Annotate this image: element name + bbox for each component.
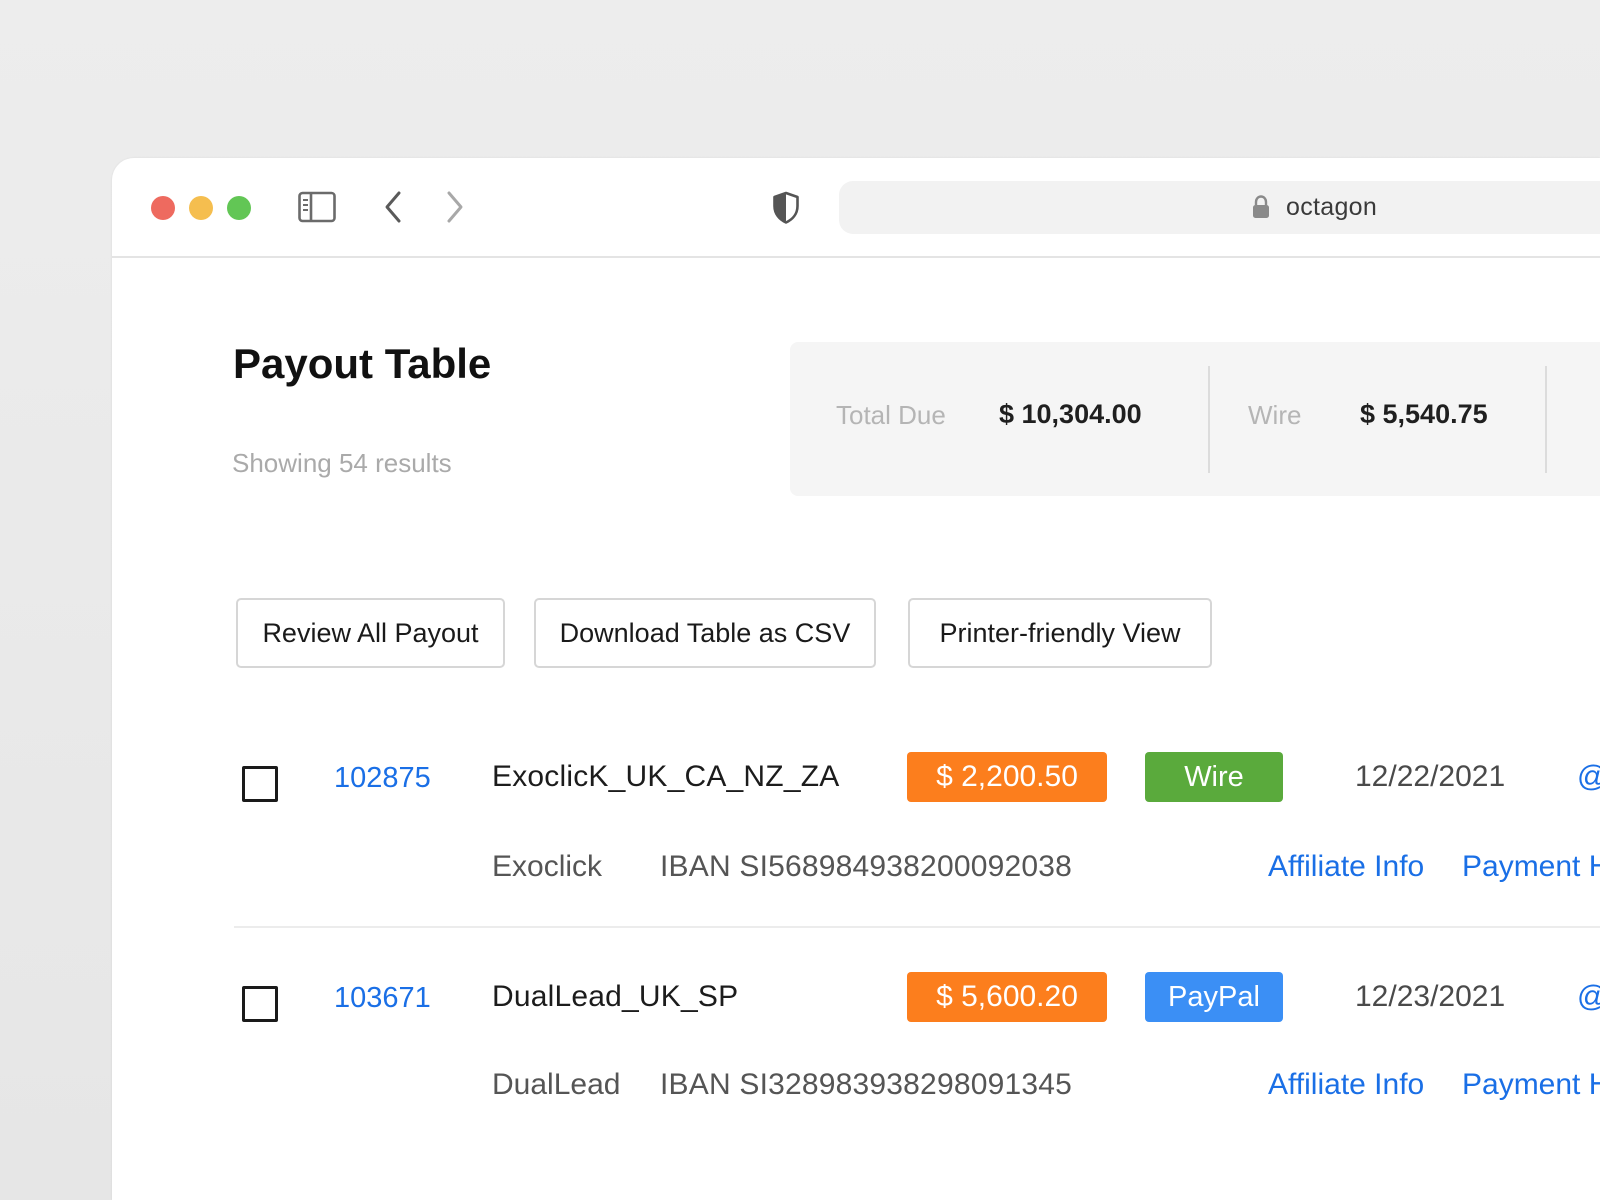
zoom-window-button[interactable] (227, 196, 251, 220)
download-csv-button[interactable]: Download Table as CSV (534, 598, 876, 668)
amount-badge: $ 5,600.20 (907, 972, 1107, 1022)
url-text: octagon (1286, 193, 1378, 221)
payout-name: ExoclicK_UK_CA_NZ_ZA (492, 760, 840, 793)
summary-divider (1208, 366, 1210, 473)
minimize-window-button[interactable] (189, 196, 213, 220)
close-window-button[interactable] (151, 196, 175, 220)
iban-text: IBAN SI328983938298091345 (660, 1068, 1073, 1101)
review-all-payout-button[interactable]: Review All Payout (236, 598, 505, 668)
row-separator (234, 926, 1600, 928)
total-due-label: Total Due (836, 400, 946, 430)
wire-value: $ 5,540.75 (1360, 399, 1488, 429)
page-title: Payout Table (233, 340, 492, 387)
iban-text: IBAN SI56898493820009203​8 (660, 850, 1073, 883)
lock-icon (1253, 195, 1269, 218)
payout-date: 12/22/2021 (1355, 760, 1506, 793)
email-icon[interactable]: @ (1577, 980, 1600, 1014)
payout-id-link[interactable]: 103671 (334, 982, 431, 1015)
email-icon[interactable]: @ (1577, 760, 1600, 794)
payment-method-badge: Wire (1145, 752, 1283, 802)
printer-friendly-button[interactable]: Printer-friendly View (908, 598, 1212, 668)
wire-label: Wire (1248, 400, 1302, 430)
summary-divider (1545, 366, 1547, 473)
payout-id-link[interactable]: 102875 (334, 762, 431, 795)
browser-toolbar: octagon (112, 158, 1600, 258)
payout-date: 12/23/2021 (1355, 980, 1506, 1013)
address-bar[interactable]: octagon (839, 181, 1600, 234)
total-due-value: $ 10,304.00 (999, 399, 1142, 429)
payment-method-badge: PayPal (1145, 972, 1283, 1022)
payment-history-link[interactable]: Payment H (1462, 1068, 1600, 1102)
payout-name: DualLead_UK_SP (492, 980, 739, 1013)
affiliate-info-link[interactable]: Affiliate Info (1268, 1068, 1424, 1102)
results-count: Showing 54 results (232, 448, 452, 478)
amount-badge: $ 2,200.50 (907, 752, 1107, 802)
row-checkbox[interactable] (242, 766, 278, 802)
sidebar-icon[interactable] (298, 191, 336, 223)
table-row: 103671 DualLead_UK_SP $ 5,600.20 PayPal … (112, 968, 1600, 1188)
shield-icon[interactable] (772, 191, 800, 225)
affiliate-name: DualLead (492, 1068, 621, 1101)
chevron-right-icon[interactable] (444, 190, 466, 224)
payment-history-link[interactable]: Payment H (1462, 850, 1600, 884)
browser-window: octagon Payout Table Showing 54 results … (112, 158, 1600, 1200)
affiliate-info-link[interactable]: Affiliate Info (1268, 850, 1424, 884)
summary-panel: Total Due $ 10,304.00 Wire $ 5,540.75 (790, 342, 1600, 496)
row-checkbox[interactable] (242, 986, 278, 1022)
chevron-left-icon[interactable] (382, 190, 404, 224)
affiliate-name: Exoclick (492, 850, 603, 883)
